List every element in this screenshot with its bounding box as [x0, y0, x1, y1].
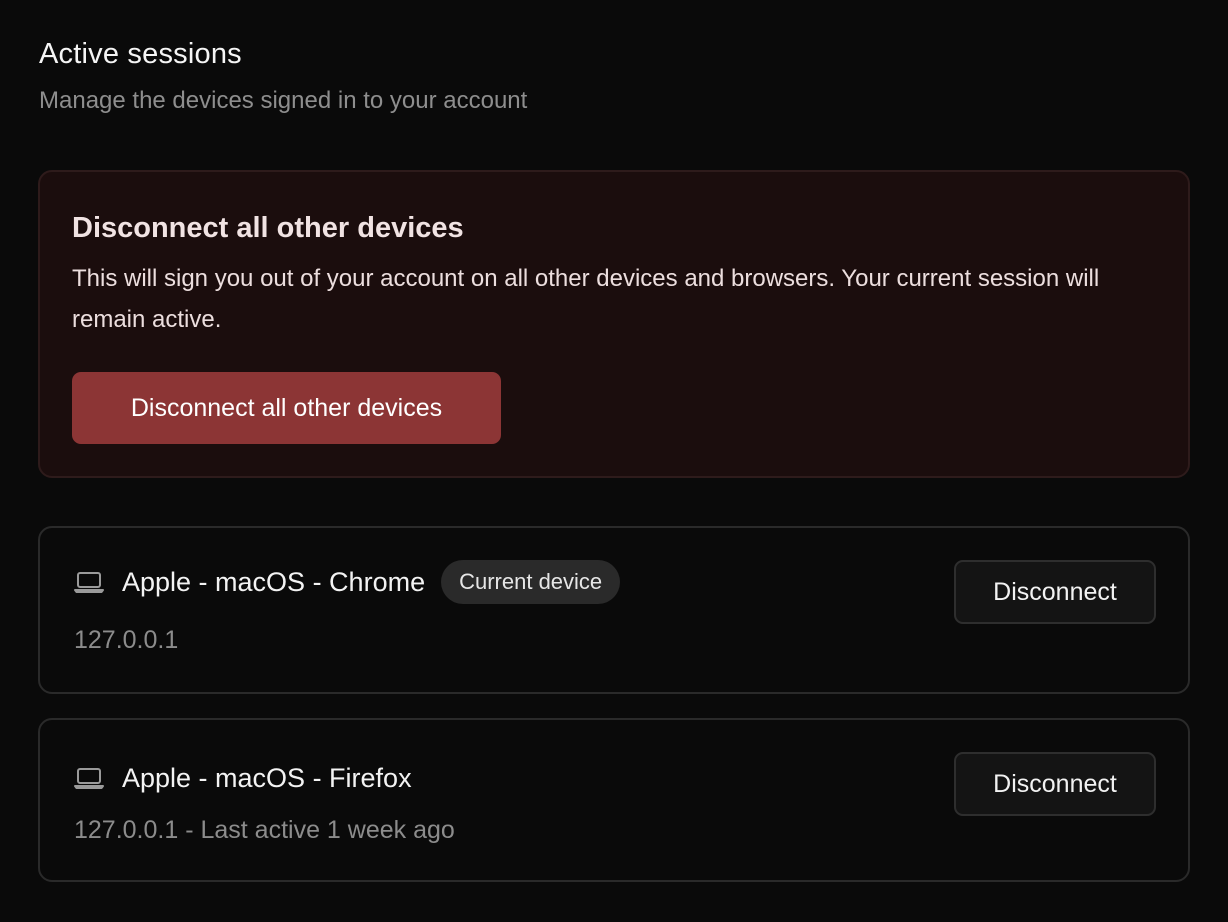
session-header: Apple - macOS - Firefox	[74, 756, 412, 800]
session-card: Apple - macOS - Chrome Current device 12…	[38, 526, 1190, 694]
session-meta: 127.0.0.1	[74, 626, 179, 654]
current-device-badge: Current device	[441, 560, 621, 604]
session-device-name: Apple - macOS - Chrome	[122, 567, 426, 597]
session-header: Apple - macOS - Chrome Current device	[74, 560, 621, 604]
page-header: Active sessions Manage the devices signe…	[39, 36, 527, 116]
disconnect-all-button[interactable]: Disconnect all other devices	[72, 372, 501, 444]
session-card: Apple - macOS - Firefox 127.0.0.1 - Last…	[38, 718, 1190, 882]
disconnect-button[interactable]: Disconnect	[954, 560, 1156, 624]
page-title: Active sessions	[39, 38, 242, 70]
disconnect-all-title: Disconnect all other devices	[72, 212, 464, 244]
laptop-icon	[74, 766, 104, 790]
page-subtitle: Manage the devices signed in to your acc…	[39, 87, 528, 114]
session-device-name: Apple - macOS - Firefox	[122, 763, 412, 793]
disconnect-all-description: This will sign you out of your account o…	[72, 265, 1100, 333]
disconnect-button[interactable]: Disconnect	[954, 752, 1156, 816]
disconnect-all-card: Disconnect all other devices This will s…	[38, 170, 1190, 478]
laptop-icon	[74, 570, 104, 594]
session-meta: 127.0.0.1 - Last active 1 week ago	[74, 816, 455, 844]
